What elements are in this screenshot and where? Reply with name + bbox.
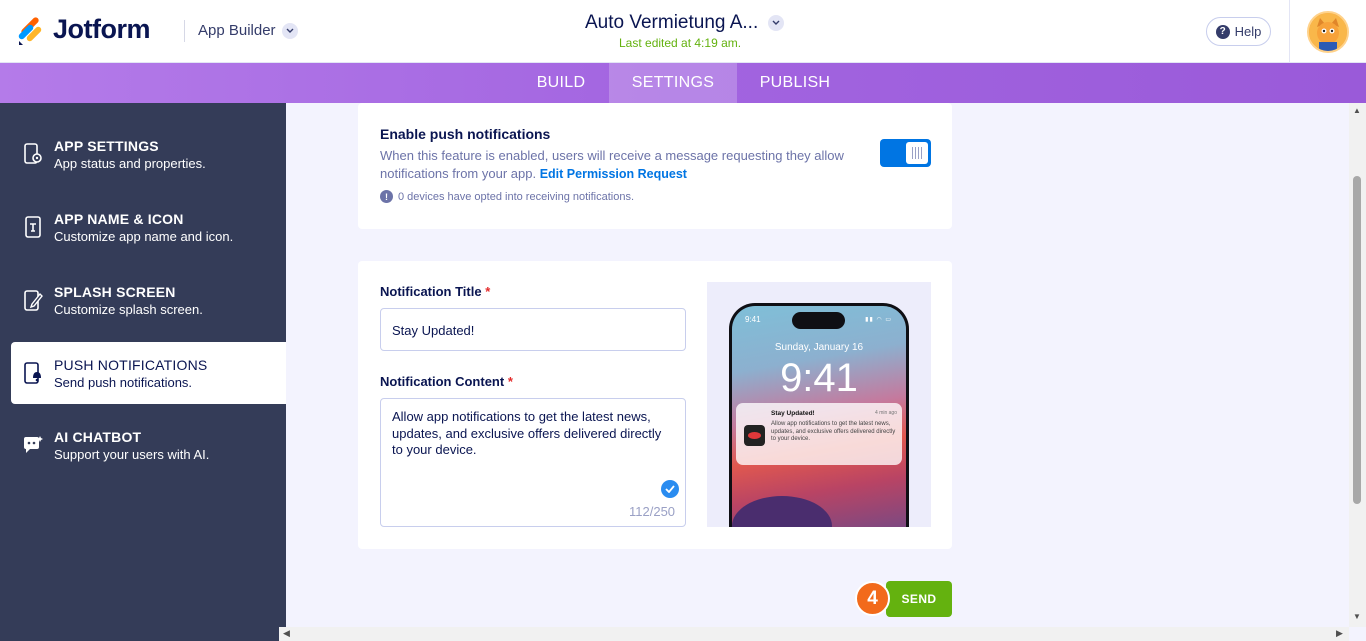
notification-title-label-text: Notification Title (380, 284, 482, 299)
chatbot-icon (24, 436, 43, 453)
phone-clock: 9:41 (780, 356, 858, 400)
phone-bell-icon (24, 362, 41, 384)
header-divider (184, 20, 185, 42)
phone-status-time: 9:41 (745, 315, 761, 324)
last-edited-text: Last edited at 4:19 am. (619, 36, 742, 50)
phone-mockup: 9:41 ▮▮ ◠ ▭ Sunday, January 16 9:41 Stay… (729, 303, 909, 527)
sidebar-item-title: APP SETTINGS (54, 137, 159, 154)
push-toggle[interactable] (880, 139, 931, 167)
sidebar-item-subtitle: Support your users with AI. (54, 446, 210, 462)
tab-publish[interactable]: PUBLISH (737, 63, 853, 103)
sidebar-item-subtitle: Customize splash screen. (54, 301, 203, 317)
app-title-dropdown[interactable]: Auto Vermietung A... (585, 12, 785, 34)
required-mark: * (507, 374, 513, 389)
notification-content-label-text: Notification Content (380, 374, 505, 389)
app-builder-label: App Builder (198, 22, 276, 39)
sidebar-item-app-name-icon[interactable]: APP NAME & ICON Customize app name and i… (0, 196, 286, 258)
scroll-thumb[interactable] (1353, 176, 1361, 504)
question-icon: ? (1215, 24, 1230, 39)
preview-notif-title: Stay Updated! (771, 410, 815, 417)
devices-info-text: 0 devices have opted into receiving noti… (398, 190, 635, 203)
help-button[interactable]: ? Help (1206, 17, 1271, 46)
sidebar-item-subtitle: Send push notifications. (54, 374, 193, 390)
sidebar-item-subtitle: App status and properties. (54, 155, 206, 171)
phone-date: Sunday, January 16 (774, 342, 864, 353)
devices-info: ! 0 devices have opted into receiving no… (380, 190, 634, 203)
scroll-up-icon[interactable]: ▲ (1353, 106, 1361, 115)
app-builder-dropdown[interactable]: App Builder (198, 22, 298, 39)
phone-pen-icon (24, 290, 43, 311)
sidebar-item-title: PUSH NOTIFICATIONS (54, 356, 208, 373)
settings-sidebar: APP SETTINGS App status and properties. … (0, 103, 286, 641)
sidebar-item-text: APP NAME & ICON Customize app name and i… (54, 211, 233, 244)
sidebar-item-title: AI CHATBOT (54, 428, 142, 445)
jotform-logo[interactable]: Jotform (17, 14, 151, 45)
notification-form-card: Notification Title * Stay Updated! Notif… (358, 261, 952, 549)
sidebar-item-text: AI CHATBOT Support your users with AI. (54, 429, 209, 462)
edit-permission-link[interactable]: Edit Permission Request (540, 167, 687, 181)
info-icon: ! (380, 190, 393, 203)
main-tabbar: BUILD SETTINGS PUBLISH (0, 63, 1366, 103)
sidebar-item-subtitle: Customize app name and icon. (54, 228, 234, 244)
check-icon (661, 480, 679, 498)
tab-build[interactable]: BUILD (513, 63, 609, 103)
preview-notif-time: 4 min ago (875, 410, 897, 416)
step-badge: 4 (855, 581, 890, 616)
jotform-logo-icon (18, 16, 42, 45)
avatar[interactable] (1307, 11, 1349, 53)
notification-preview: 9:41 ▮▮ ◠ ▭ Sunday, January 16 9:41 Stay… (707, 282, 931, 527)
sidebar-item-splash-screen[interactable]: SPLASH SCREEN Customize splash screen. (0, 269, 286, 331)
scroll-right-icon[interactable]: ▶ (1336, 628, 1343, 639)
header-divider (1289, 0, 1290, 63)
notification-title-label: Notification Title * (380, 284, 490, 299)
push-settings-card: Enable push notifications When this feat… (358, 103, 952, 229)
required-mark: * (485, 284, 491, 299)
push-description: When this feature is enabled, users will… (380, 147, 860, 183)
dynamic-island (792, 312, 845, 329)
chevron-down-icon (768, 15, 785, 31)
sidebar-item-text: PUSH NOTIFICATIONS Send push notificatio… (54, 357, 207, 390)
app-title: Auto Vermietung A... (585, 12, 759, 33)
tab-settings[interactable]: SETTINGS (609, 63, 737, 103)
sidebar-item-push-notifications[interactable]: PUSH NOTIFICATIONS Send push notificatio… (11, 342, 286, 404)
top-header: Jotform App Builder Auto Vermietung A...… (0, 0, 1366, 63)
notification-title-input[interactable]: Stay Updated! (380, 308, 686, 351)
wallpaper-shape (732, 496, 832, 527)
send-button[interactable]: SEND (886, 581, 952, 617)
vertical-scrollbar[interactable]: ▲ ▼ (1349, 103, 1366, 627)
sidebar-item-ai-chatbot[interactable]: AI CHATBOT Support your users with AI. (0, 414, 286, 476)
sidebar-item-text: SPLASH SCREEN Customize splash screen. (54, 284, 203, 317)
phone-gear-icon (24, 143, 42, 164)
app-title-block: Auto Vermietung A... Last edited at 4:19… (585, 12, 785, 50)
toggle-knob (906, 142, 928, 164)
signal-wifi-battery-icon: ▮▮ ◠ ▭ (865, 317, 892, 323)
sidebar-item-title: APP NAME & ICON (54, 210, 184, 227)
preview-notification: Stay Updated! 4 min ago Allow app notifi… (736, 403, 902, 465)
horizontal-scrollbar[interactable]: ◀ ▶ (279, 627, 1349, 641)
notification-content-label: Notification Content * (380, 374, 513, 389)
phone-text-icon (25, 216, 41, 238)
preview-notif-body: Allow app notifications to get the lates… (771, 421, 896, 442)
sidebar-item-app-settings[interactable]: APP SETTINGS App status and properties. (0, 123, 286, 185)
help-label: Help (1234, 24, 1262, 39)
logo-text: Jotform (53, 14, 151, 44)
scroll-left-icon[interactable]: ◀ (283, 628, 290, 639)
app-icon (744, 425, 765, 446)
scroll-down-icon[interactable]: ▼ (1353, 612, 1361, 621)
push-enable-label: Enable push notifications (380, 126, 551, 142)
char-counter: 112/250 (629, 504, 676, 519)
sidebar-item-title: SPLASH SCREEN (54, 283, 176, 300)
chevron-down-icon (281, 22, 298, 39)
sidebar-item-text: APP SETTINGS App status and properties. (54, 138, 206, 171)
